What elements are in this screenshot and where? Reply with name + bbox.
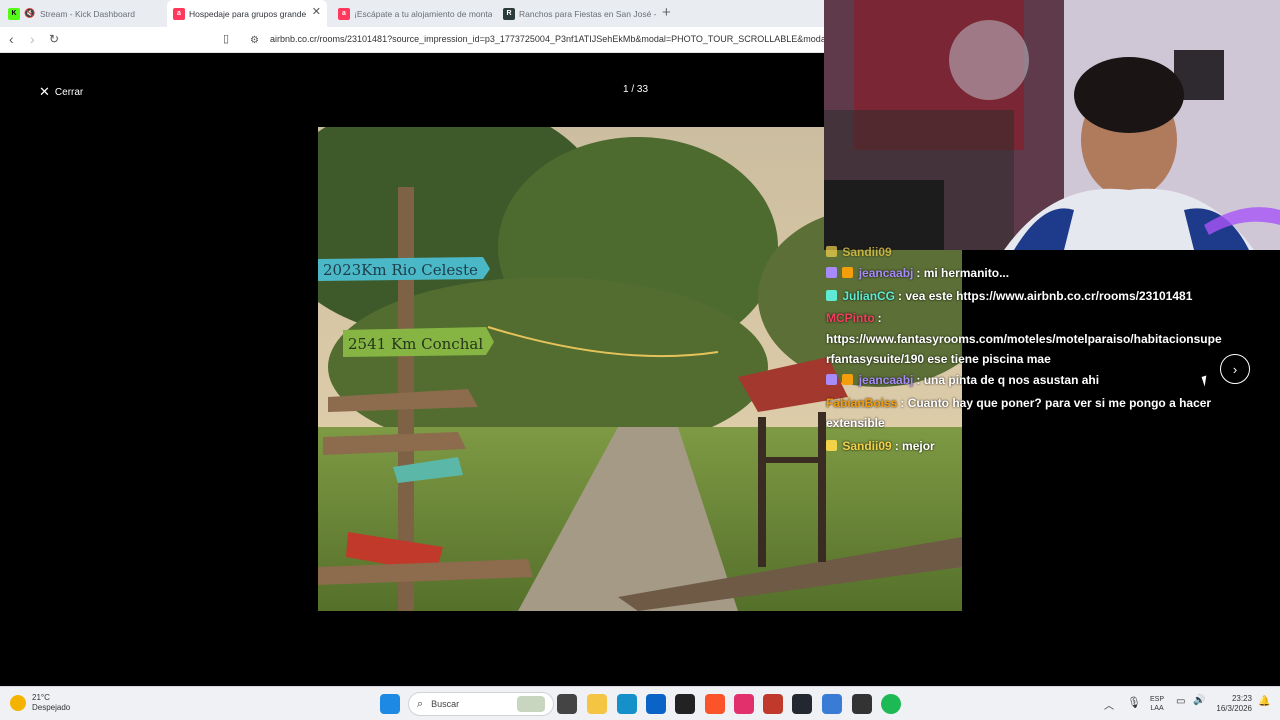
chat-message: https://www.fantasyrooms.com/moteles/mot…: [826, 329, 1224, 369]
badge-icon: [826, 374, 837, 385]
airbnb-icon: a: [173, 7, 185, 20]
close-button[interactable]: ✕ Cerrar: [39, 84, 83, 100]
sign-conchal: 2541 Km Conchal: [348, 335, 483, 353]
kick-icon: K: [8, 7, 20, 20]
chat-message: JulianCG: vea este https://www.airbnb.co…: [826, 286, 1276, 306]
obs-icon[interactable]: [852, 694, 872, 714]
back-icon[interactable]: ‹: [9, 32, 14, 46]
chat-username: Sandii09: [842, 245, 892, 259]
chat-username: MCPinto: [826, 311, 875, 325]
photo-counter: 1 / 33: [623, 84, 649, 95]
network-icon[interactable]: ▭: [1176, 696, 1185, 707]
search-icon: ⌕: [417, 697, 424, 710]
tab-hospedaje[interactable]: a Hospedaje para grupos grande ✕: [167, 0, 327, 27]
chevron-up-icon[interactable]: ︿: [1104, 697, 1114, 712]
spotify-icon[interactable]: [881, 694, 901, 714]
chat-text: : vea este https://www.airbnb.co.cr/room…: [898, 289, 1193, 303]
reload-icon[interactable]: ↻: [49, 32, 59, 46]
site-info-icon[interactable]: ⚙: [250, 34, 259, 48]
chat-message: Sandii09: [826, 242, 1226, 262]
tab-kick-dashboard[interactable]: K 🔇 Stream - Kick Dashboard: [2, 0, 162, 27]
tab-title: ¡Escápate a tu alojamiento de monta: [354, 8, 492, 19]
chat-username: Sandii09: [842, 439, 892, 453]
chat-username: JulianCG: [842, 289, 896, 303]
tab-title: Hospedaje para grupos grande: [189, 8, 307, 19]
streaming-app-icon[interactable]: [763, 694, 783, 714]
tab-escapate[interactable]: a ¡Escápate a tu alojamiento de monta: [332, 0, 492, 27]
app-icon[interactable]: [792, 694, 812, 714]
chat-text: : mejor: [894, 439, 935, 453]
outlook-icon[interactable]: [646, 694, 666, 714]
chat-text: https://www.fantasyrooms.com/moteles/mot…: [826, 332, 1222, 366]
task-view-icon[interactable]: [557, 694, 577, 714]
microphone-icon[interactable]: 🎙: [1127, 696, 1141, 709]
close-tab-icon[interactable]: ✕: [312, 7, 321, 18]
tab-ranchos[interactable]: R Ranchos para Fiestas en San José - P: [497, 0, 657, 27]
close-label: Cerrar: [54, 86, 84, 98]
weather-temp: 21°C: [32, 693, 50, 702]
taskbar-search[interactable]: ⌕ Buscar: [408, 692, 554, 716]
site-icon: R: [503, 7, 515, 20]
badge-icon: [842, 267, 854, 278]
webcam-overlay: [824, 0, 1280, 250]
notification-icon[interactable]: 🔔: [1258, 696, 1270, 707]
weather-widget[interactable]: 21°C Despejado: [10, 693, 70, 713]
windows-taskbar: 21°C Despejado ⌕ Buscar ︿ 🎙 ESP LAA ▭ 🔊 …: [0, 686, 1280, 720]
moon-icon: [10, 695, 26, 711]
chat-username: jeancaabj: [858, 373, 914, 387]
clock-time: 23:23: [1231, 694, 1252, 703]
badge-icon: [826, 440, 837, 451]
chat-username: FabianBoiss: [826, 396, 898, 410]
chat-message: FabianBoiss: Cuanto hay que poner? para …: [826, 393, 1226, 433]
sign-rio-celeste: 2023Km Rio Celeste: [323, 261, 478, 279]
close-icon: ✕: [39, 84, 50, 99]
windows-start-icon[interactable]: [380, 694, 400, 714]
webcam-illustration: [824, 0, 1280, 250]
tab-title: Ranchos para Fiestas en San José - P: [519, 8, 657, 19]
capcut-icon[interactable]: [675, 694, 695, 714]
edge-icon[interactable]: [617, 694, 637, 714]
tab-title: Stream - Kick Dashboard: [40, 8, 135, 19]
chat-username: jeancaabj: [858, 266, 914, 280]
chat-text: :: [877, 311, 882, 325]
file-explorer-icon[interactable]: [587, 694, 607, 714]
weather-desc: Despejado: [32, 703, 71, 712]
tiktok-icon[interactable]: [734, 694, 754, 714]
app-icon[interactable]: [822, 694, 842, 714]
chat-text: : mi hermanito...: [916, 266, 1010, 280]
chat-message: jeancaabj: una pinta de q nos asustan ah…: [826, 370, 1226, 390]
lang-layout: LAA: [1150, 705, 1164, 712]
airbnb-icon: a: [338, 7, 350, 20]
chat-text: : una pinta de q nos asustan ahi: [916, 373, 1100, 387]
stream-chat-overlay: Sandii09 jeancaabj: mi hermanito... Juli…: [824, 245, 1280, 465]
forward-icon[interactable]: ›: [30, 32, 35, 46]
chat-message: Sandii09: mejor: [826, 436, 1226, 456]
chat-message: jeancaabj: mi hermanito...: [826, 263, 1226, 283]
chat-message: MCPinto:: [826, 308, 1226, 328]
brave-icon[interactable]: [705, 694, 725, 714]
search-placeholder: Buscar: [431, 699, 460, 709]
badge-icon: [826, 246, 837, 257]
search-highlight-icon: [517, 696, 545, 712]
clock[interactable]: 23:23 16/3/2026: [1212, 694, 1252, 714]
badge-icon: [826, 290, 837, 301]
language-indicator[interactable]: ESP LAA: [1150, 695, 1164, 713]
badge-icon: [842, 374, 854, 385]
volume-icon[interactable]: 🔊: [1193, 695, 1205, 706]
mute-icon[interactable]: 🔇: [24, 8, 36, 20]
new-tab-button[interactable]: +: [662, 4, 671, 21]
badge-icon: [826, 267, 837, 278]
lang-code: ESP: [1150, 696, 1165, 703]
clock-date: 16/3/2026: [1216, 704, 1252, 713]
bookmark-icon[interactable]: ▯: [223, 32, 229, 46]
url-field[interactable]: airbnb.co.cr/rooms/23101481?source_impre…: [270, 34, 828, 44]
